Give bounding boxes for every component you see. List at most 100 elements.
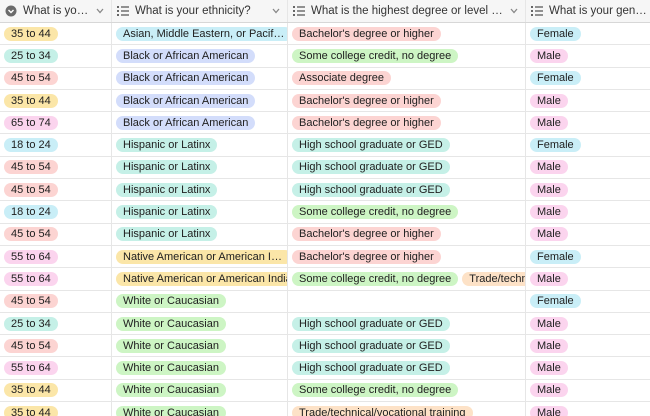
age-cell[interactable]: 18 to 24 [0,201,112,223]
gender-tag[interactable]: Male [530,316,568,331]
ethnicity-tag[interactable]: White or Caucasian [116,361,226,376]
ethnicity-cell[interactable]: White or Caucasian [112,357,288,379]
age-tag[interactable]: 45 to 54 [4,294,58,309]
gender-cell[interactable]: Male [526,357,650,378]
gender-cell[interactable]: Male [526,268,650,289]
age-cell[interactable]: 55 to 64 [0,357,112,379]
age-cell[interactable]: 25 to 34 [0,45,112,67]
table-row[interactable]: 35 to 44 Black or African American Bachelo… [0,89,650,113]
chevron-down-icon[interactable] [507,8,521,14]
gender-cell[interactable]: Male [526,45,650,66]
gender-cell[interactable]: Male [526,402,650,416]
ethnicity-tag[interactable]: Black or African American [116,71,256,86]
ethnicity-tag[interactable]: White or Caucasian [116,405,226,416]
gender-tag[interactable]: Male [530,48,568,63]
degree-cell[interactable]: Associate degree [288,67,526,89]
age-tag[interactable]: 25 to 34 [4,316,58,331]
ethnicity-cell[interactable]: White or Caucasian [112,290,288,312]
degree-cell[interactable]: Bachelor's degree or higher [288,89,526,112]
degree-cell[interactable]: High school graduate or GED [288,357,526,379]
column-header-degree[interactable]: What is the highest degree or level of s… [288,0,526,22]
gender-tag[interactable]: Male [530,361,568,376]
age-cell[interactable]: 45 to 54 [0,67,112,89]
table-row[interactable]: 25 to 34 White or Caucasian High school gr… [0,312,650,336]
ethnicity-cell[interactable]: Hispanic or Latinx [112,134,288,156]
table-row[interactable]: 35 to 44 Asian, Middle Eastern, or Pacifi… [0,23,650,46]
age-tag[interactable]: 55 to 64 [4,361,58,376]
ethnicity-cell[interactable]: White or Caucasian [112,312,288,335]
gender-cell[interactable]: Male [526,313,650,334]
degree-tag[interactable]: High school graduate or GED [292,338,450,353]
age-cell[interactable]: 25 to 34 [0,312,112,335]
table-row[interactable]: 45 to 54 Hispanic or Latinx Bachelor's deg… [0,223,650,246]
table-row[interactable]: 18 to 24 Hispanic or Latinx Some college c… [0,201,650,224]
gender-cell[interactable]: Male [526,157,650,178]
age-cell[interactable]: 45 to 54 [0,290,112,312]
ethnicity-cell[interactable]: Black or African American [112,89,288,112]
gender-tag[interactable]: Male [530,160,568,175]
ethnicity-tag[interactable]: White or Caucasian [116,383,226,398]
gender-cell[interactable]: Female [526,134,650,155]
degree-tag[interactable]: Trade/technical/vo [462,271,525,286]
gender-tag[interactable]: Female [530,71,581,86]
ethnicity-cell[interactable]: White or Caucasian [112,335,288,357]
degree-tag[interactable]: Bachelor's degree or higher [292,227,441,242]
degree-tag[interactable]: Associate degree [292,71,391,86]
age-tag[interactable]: 35 to 44 [4,26,58,41]
age-tag[interactable]: 65 to 74 [4,115,58,130]
gender-cell[interactable]: Male [526,112,650,133]
degree-cell[interactable]: Some college credit, no degree [288,45,526,67]
table-row[interactable]: 35 to 44 White or Caucasian Some college c… [0,379,650,403]
ethnicity-tag[interactable]: Hispanic or Latinx [116,182,218,197]
ethnicity-tag[interactable]: Black or African American [116,48,256,63]
degree-tag[interactable]: High school graduate or GED [292,138,450,153]
ethnicity-tag[interactable]: Black or African American [116,93,256,108]
ethnicity-cell[interactable]: Hispanic or Latinx [112,156,288,179]
table-row[interactable]: 25 to 34 Black or African American Some co… [0,45,650,68]
degree-cell[interactable]: High school graduate or GED [288,179,526,201]
age-cell[interactable]: 55 to 64 [0,245,112,268]
age-cell[interactable]: 35 to 44 [0,402,112,416]
ethnicity-cell[interactable]: Native American or American Indian [112,245,288,268]
table-row[interactable]: 45 to 54 Hispanic or Latinx High school gr… [0,156,650,180]
table-row[interactable]: 55 to 64 Native American or American Indi… [0,268,650,291]
ethnicity-tag[interactable]: Hispanic or Latinx [116,160,218,175]
table-row[interactable]: 35 to 44 White or Caucasian Trade/technica… [0,402,650,416]
degree-cell[interactable]: Bachelor's degree or higher [288,112,526,134]
degree-tag[interactable]: Some college credit, no degree [292,205,459,220]
gender-cell[interactable]: Male [526,201,650,222]
degree-cell[interactable]: Bachelor's degree or higher [288,223,526,245]
table-row[interactable]: 45 to 54 Hispanic or Latinx High school gr… [0,179,650,202]
gender-tag[interactable]: Male [530,115,568,130]
degree-tag[interactable]: High school graduate or GED [292,160,450,175]
age-tag[interactable]: 45 to 54 [4,71,58,86]
ethnicity-tag[interactable]: Asian, Middle Eastern, or Pacific Is... [116,26,287,41]
degree-cell[interactable]: Trade/technical/vocational training [288,402,526,416]
table-row[interactable]: 65 to 74 Black or African American Bachelo… [0,112,650,135]
degree-cell[interactable]: Bachelor's degree or higher [288,245,526,268]
ethnicity-cell[interactable]: Black or African American [112,45,288,67]
table-row[interactable]: 55 to 64 White or Caucasian High school gr… [0,357,650,380]
degree-cell[interactable]: High school graduate or GED [288,312,526,335]
degree-cell[interactable]: Some college credit, no degree [288,201,526,223]
gender-tag[interactable]: Male [530,182,568,197]
degree-cell[interactable]: Some college credit, no degree [288,379,526,402]
gender-tag[interactable]: Female [530,138,581,153]
gender-tag[interactable]: Female [530,249,581,264]
ethnicity-cell[interactable]: White or Caucasian [112,402,288,416]
age-cell[interactable]: 35 to 44 [0,89,112,112]
degree-cell[interactable]: High school graduate or GED [288,156,526,179]
age-tag[interactable]: 45 to 54 [4,182,58,197]
gender-tag[interactable]: Male [530,227,568,242]
ethnicity-cell[interactable]: Black or African American [112,67,288,89]
ethnicity-cell[interactable]: White or Caucasian [112,379,288,402]
gender-tag[interactable]: Male [530,338,568,353]
gender-cell[interactable]: Female [526,246,650,267]
gender-tag[interactable]: Male [530,93,568,108]
ethnicity-tag[interactable]: Hispanic or Latinx [116,227,218,242]
age-tag[interactable]: 55 to 64 [4,271,58,286]
ethnicity-tag[interactable]: Black or African American [116,115,256,130]
age-cell[interactable]: 45 to 54 [0,179,112,201]
age-tag[interactable]: 18 to 24 [4,205,58,220]
degree-tag[interactable]: High school graduate or GED [292,361,450,376]
